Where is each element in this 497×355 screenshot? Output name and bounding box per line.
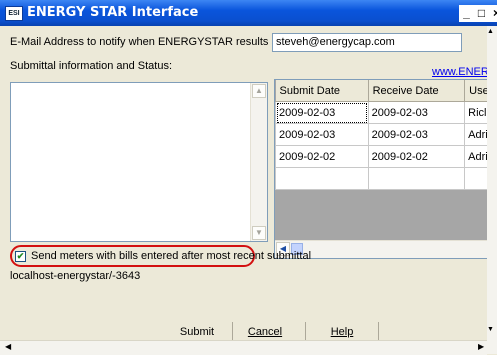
table-cell[interactable]: 2009-02-02 — [368, 146, 465, 168]
send-meters-label[interactable]: Send meters with bills entered after mos… — [31, 250, 311, 262]
table-row[interactable] — [276, 168, 497, 190]
table-cell[interactable] — [368, 168, 465, 190]
window-horizontal-scrollbar[interactable]: ◀ ▶ — [0, 340, 487, 355]
separator — [378, 322, 379, 340]
app-icon: ESI — [5, 6, 23, 21]
send-meters-option[interactable]: ✔ Send meters with bills entered after m… — [10, 245, 255, 267]
table-cell[interactable]: 2009-02-02 — [276, 146, 369, 168]
submittal-label: Submittal information and Status: — [10, 60, 172, 72]
scroll-down-icon[interactable]: ▼ — [252, 226, 266, 240]
send-meters-checkbox[interactable]: ✔ — [15, 251, 26, 262]
scroll-right-icon[interactable]: ▶ — [478, 342, 484, 351]
table-cell[interactable]: 2009-02-03 — [368, 102, 465, 124]
separator — [305, 322, 306, 340]
scroll-up-icon[interactable]: ▲ — [252, 84, 266, 98]
table-row[interactable]: 2009-02-03 2009-02-03 Ricl — [276, 102, 497, 124]
close-button[interactable]: × — [489, 5, 497, 22]
window-vertical-scrollbar[interactable]: ▲ ▼ — [487, 26, 497, 354]
scroll-up-icon[interactable]: ▲ — [487, 28, 494, 35]
scroll-left-icon[interactable]: ◀ — [5, 342, 11, 351]
table-cell[interactable]: 2009-02-03 — [276, 124, 369, 146]
table-cell[interactable]: 2009-02-03 — [368, 124, 465, 146]
server-label: localhost-energystar/-3643 — [10, 270, 140, 282]
status-vertical-scrollbar[interactable]: ▲ ▼ — [250, 83, 267, 241]
table-row[interactable]: 2009-02-03 2009-02-03 Adri — [276, 124, 497, 146]
column-header-submit-date[interactable]: Submit Date — [276, 80, 369, 102]
table-cell[interactable] — [276, 168, 369, 190]
status-textarea[interactable]: ▲ ▼ — [10, 82, 268, 242]
email-field[interactable]: steveh@energycap.com — [272, 33, 462, 52]
minimize-button[interactable]: _ — [459, 5, 474, 22]
scroll-down-icon[interactable]: ▼ — [487, 326, 494, 333]
separator — [232, 322, 233, 340]
table-row[interactable]: 2009-02-02 2009-02-02 Adri — [276, 146, 497, 168]
window-title: ENERGY STAR Interface — [27, 5, 198, 20]
submittal-grid[interactable]: Submit Date Receive Date Use 2009-02-03 … — [274, 79, 497, 259]
title-bar[interactable]: ESI ENERGY STAR Interface _ □ × — [0, 0, 497, 26]
maximize-button[interactable]: □ — [474, 5, 489, 22]
table-cell[interactable]: 2009-02-03 — [276, 102, 369, 124]
column-header-receive-date[interactable]: Receive Date — [368, 80, 465, 102]
